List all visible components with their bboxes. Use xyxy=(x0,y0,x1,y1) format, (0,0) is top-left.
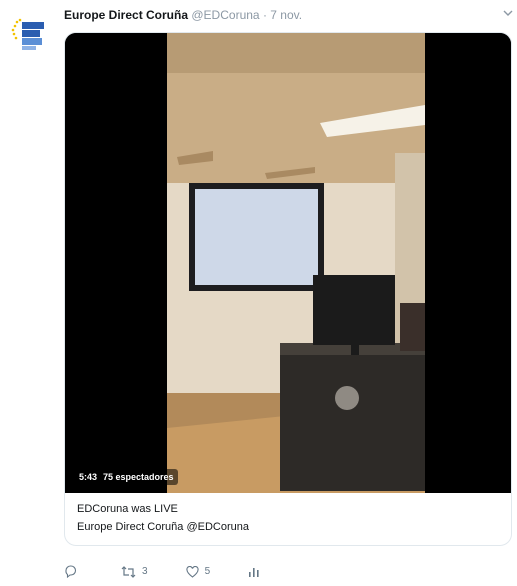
video-player[interactable] xyxy=(65,33,511,493)
retweet-button[interactable]: 3 xyxy=(121,565,148,578)
europe-direct-logo-icon xyxy=(8,12,56,60)
tweet[interactable]: Europe Direct Coruña @EDCoruna · 7 nov. xyxy=(0,0,517,586)
tweet-header: Europe Direct Coruña @EDCoruna · 7 nov. xyxy=(64,8,497,26)
viewer-count: 75 espectadores xyxy=(103,472,174,482)
retweet-count: 3 xyxy=(142,566,148,577)
chevron-down-icon[interactable] xyxy=(503,8,513,21)
author-name[interactable]: Europe Direct Coruña xyxy=(64,8,188,22)
reply-icon xyxy=(65,565,77,578)
reply-button[interactable] xyxy=(64,565,83,578)
header-separator: · xyxy=(262,8,267,22)
card-title: EDCoruna was LIVE xyxy=(77,503,178,515)
like-button[interactable]: 5 xyxy=(185,565,211,578)
avatar[interactable] xyxy=(8,12,56,60)
analytics-button[interactable] xyxy=(248,566,260,578)
analytics-icon xyxy=(249,567,259,577)
like-count: 5 xyxy=(204,566,211,577)
tweet-timestamp[interactable]: 7 nov. xyxy=(270,8,302,22)
heart-icon xyxy=(185,565,199,578)
author-handle[interactable]: @EDCoruna xyxy=(191,8,259,22)
card-subtitle: Europe Direct Coruña @EDCoruna xyxy=(77,521,249,533)
video-duration: 5:43 xyxy=(79,472,98,482)
card-info[interactable]: EDCoruna was LIVE Europe Direct Coruña @… xyxy=(65,493,511,545)
live-video-card[interactable]: 5:43 75 espectadores EDCoruna was LIVE E… xyxy=(64,32,512,546)
retweet-icon xyxy=(121,565,136,578)
tweet-actions: 3 5 xyxy=(64,565,298,578)
video-frame xyxy=(65,33,511,493)
video-overlay: 5:43 75 espectadores xyxy=(75,469,178,485)
